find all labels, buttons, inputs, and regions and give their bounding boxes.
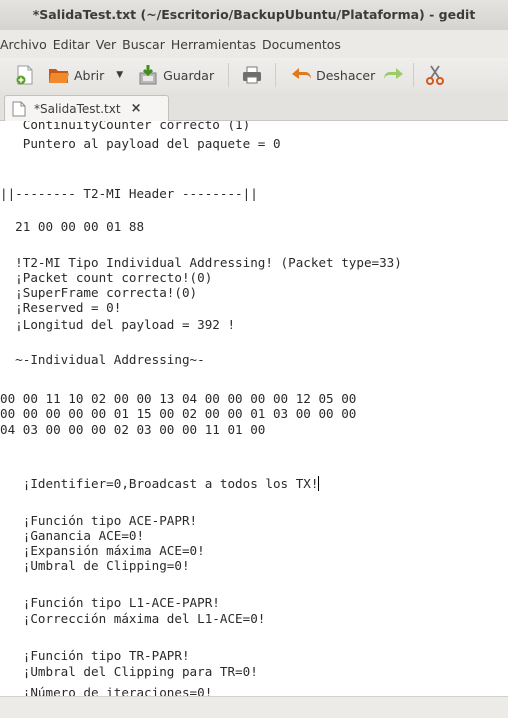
editor-line: ¡Expansión máxima ACE=0! <box>0 543 205 558</box>
menu-editar[interactable]: Editar <box>50 37 93 52</box>
redo-arrow-icon <box>383 64 405 86</box>
folder-open-icon <box>48 64 70 86</box>
editor-line: ¡Función tipo ACE-PAPR! <box>0 513 198 528</box>
open-recent-dropdown[interactable]: ▼ <box>116 60 123 90</box>
open-label: Abrir <box>74 67 105 83</box>
save-icon <box>137 64 159 86</box>
editor-line: 04 03 00 00 00 02 03 00 00 11 01 00 <box>0 422 266 437</box>
window-title: *SalidaTest.txt (~/Escritorio/BackupUbun… <box>0 0 508 30</box>
print-button[interactable] <box>241 60 263 90</box>
toolbar-separator <box>413 63 415 87</box>
close-icon[interactable]: × <box>131 101 142 116</box>
editor-line-text: ¡Identifier=0,Broadcast a todos los TX! <box>0 476 319 491</box>
undo-label: Deshacer <box>316 67 376 83</box>
new-button[interactable] <box>14 60 36 90</box>
editor-line: ¡Umbral del Clipping para TR=0! <box>0 664 258 679</box>
editor-line: ¡Corrección máxima del L1-ACE=0! <box>0 611 266 626</box>
editor-line: ¡Packet count correcto!(0) <box>0 270 213 285</box>
menu-archivo[interactable]: Archivo <box>0 37 50 52</box>
editor-line: ¡Ganancia ACE=0! <box>0 528 145 543</box>
editor-line: ¡SuperFrame correcta!(0) <box>0 285 198 300</box>
printer-icon <box>241 64 263 86</box>
save-button[interactable]: Guardar <box>137 60 214 90</box>
editor-line: ¡Función tipo L1-ACE-PAPR! <box>0 595 220 610</box>
editor-line: ||-------- T2-MI Header --------|| <box>0 186 258 201</box>
toolbar: Abrir ▼ Guardar Deshacer <box>0 58 508 92</box>
new-document-icon <box>14 64 36 86</box>
undo-button[interactable]: Deshacer <box>290 60 375 90</box>
editor-line: ¡Longitud del payload = 392 ! <box>0 317 236 332</box>
editor-line: 00 00 11 10 02 00 00 13 04 00 00 00 00 1… <box>0 391 357 406</box>
editor-line: ~-Individual Addressing~- <box>0 352 205 367</box>
toolbar-separator <box>228 63 230 87</box>
redo-button[interactable] <box>383 60 405 90</box>
undo-arrow-icon <box>290 64 312 86</box>
text-editor[interactable]: ContinuityCounter correcto (1) Puntero a… <box>0 121 508 696</box>
menu-documentos[interactable]: Documentos <box>259 37 344 52</box>
save-label: Guardar <box>163 67 215 83</box>
editor-line: ¡Número de iteraciones=0! <box>0 685 213 696</box>
toolbar-separator <box>275 63 277 87</box>
menu-buscar[interactable]: Buscar <box>119 37 168 52</box>
editor-line: ¡Identifier=0,Broadcast a todos los TX! <box>0 476 320 492</box>
editor-line: Puntero al payload del paquete = 0 <box>0 136 281 151</box>
chevron-down-icon: ▼ <box>116 70 124 80</box>
editor-line: 21 00 00 00 01 88 <box>0 219 145 234</box>
text-cursor <box>318 476 320 491</box>
tab-bar: *SalidaTest.txt × <box>0 92 508 121</box>
menu-bar: Archivo Editar Ver Buscar Herramientas D… <box>0 30 508 58</box>
menu-herramientas[interactable]: Herramientas <box>168 37 259 52</box>
text-file-icon <box>12 101 28 117</box>
editor-line: ¡Umbral de Clipping=0! <box>0 558 190 573</box>
editor-line: ContinuityCounter correcto (1) <box>0 121 251 132</box>
editor-line: 00 00 00 00 00 01 15 00 02 00 00 01 03 0… <box>0 406 357 421</box>
editor-line: !T2-MI Tipo Individual Addressing! (Pack… <box>0 255 402 270</box>
status-bar <box>0 696 508 718</box>
scissors-icon <box>424 64 446 86</box>
editor-line: ¡Función tipo TR-PAPR! <box>0 648 190 663</box>
menu-ver[interactable]: Ver <box>93 37 119 52</box>
tab-label: *SalidaTest.txt <box>34 101 121 116</box>
editor-line: ¡Reserved = 0! <box>0 300 122 315</box>
cut-button[interactable] <box>424 60 446 90</box>
open-button[interactable]: Abrir <box>48 60 104 90</box>
tab-salidatest[interactable]: *SalidaTest.txt × <box>4 95 169 121</box>
